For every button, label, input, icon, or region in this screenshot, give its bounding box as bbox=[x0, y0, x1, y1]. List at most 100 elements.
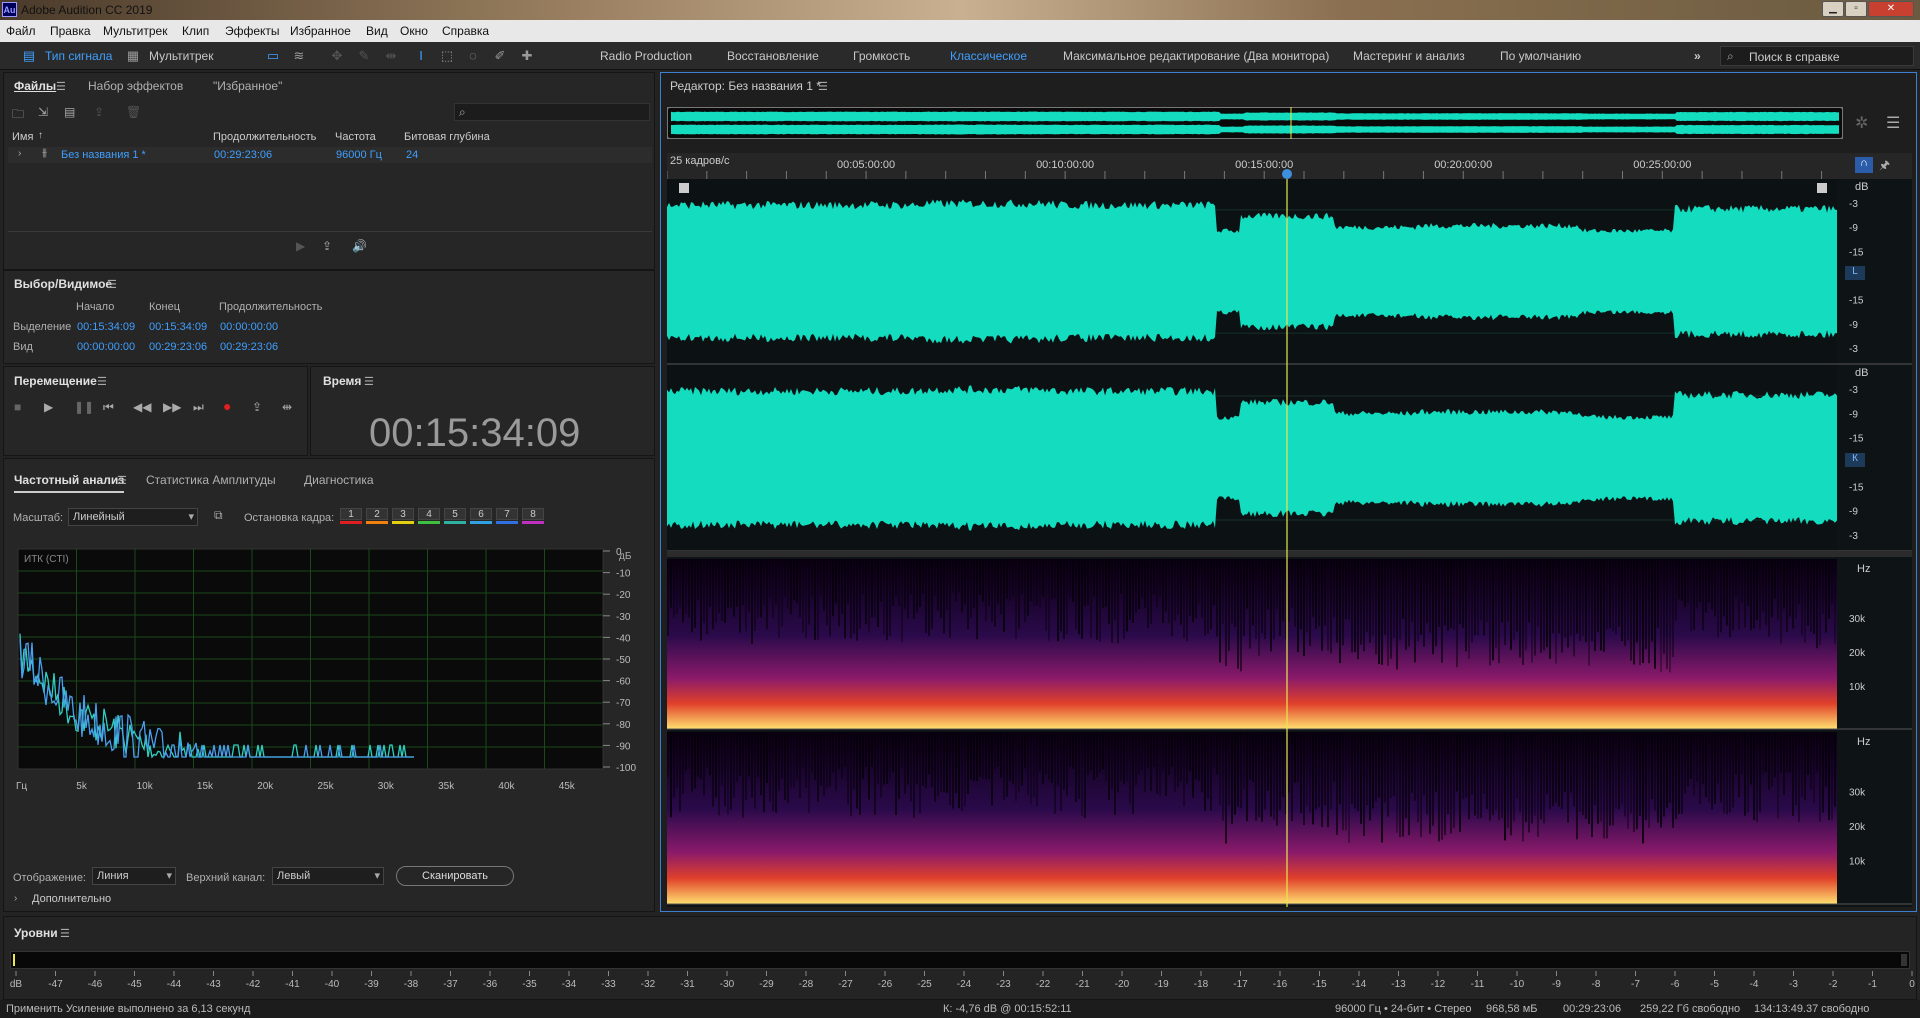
freeze-button-5[interactable]: 5 bbox=[444, 508, 466, 520]
slip-tool-icon[interactable]: ⇹ bbox=[382, 48, 400, 64]
column-duration[interactable]: Продолжительность bbox=[213, 131, 316, 143]
menu-edit[interactable]: Правка bbox=[50, 24, 91, 38]
import-file-icon[interactable]: ⇲ bbox=[38, 105, 48, 119]
menu-favorites[interactable]: Избранное bbox=[290, 24, 351, 38]
view-duration[interactable]: 00:29:23:06 bbox=[220, 341, 278, 353]
workspace-max-editing[interactable]: Максимальное редактирование (Два монитор… bbox=[1063, 49, 1329, 63]
skip-to-end-icon[interactable]: ⏭ bbox=[193, 400, 204, 415]
expand-chevron-icon[interactable]: › bbox=[18, 148, 21, 159]
menu-file[interactable]: Файл bbox=[6, 24, 36, 38]
tab-effects-rack[interactable]: Набор эффектов bbox=[88, 79, 183, 93]
overview-navigator[interactable] bbox=[667, 107, 1843, 139]
lasso-tool-icon[interactable]: ◌ bbox=[464, 48, 482, 64]
table-row[interactable]: › ⫵ Без названия 1 * 00:29:23:06 96000 Г… bbox=[8, 147, 652, 163]
razor-tool-icon[interactable]: ✎ bbox=[355, 48, 373, 64]
tab-diagnostics[interactable]: Диагностика bbox=[304, 473, 374, 487]
transport-menu-icon[interactable]: ☰ bbox=[97, 375, 107, 388]
column-rate[interactable]: Частота bbox=[335, 131, 376, 143]
view-end[interactable]: 00:29:23:06 bbox=[149, 341, 207, 353]
waveform-view-button[interactable]: Тип сигнала bbox=[45, 49, 112, 63]
column-name[interactable]: Имя bbox=[12, 131, 33, 143]
menu-help[interactable]: Справка bbox=[442, 24, 489, 38]
files-search-input[interactable]: ⌕ bbox=[454, 103, 650, 121]
help-search-input[interactable]: Поиск в справке bbox=[1749, 50, 1840, 64]
help-search-box[interactable]: ⌕ Поиск в справке bbox=[1720, 46, 1914, 66]
play-preview-icon[interactable]: ▶ bbox=[296, 239, 305, 253]
waveform-display-icon[interactable]: ▭ bbox=[264, 48, 282, 64]
new-copy-icon[interactable]: ⧉ bbox=[214, 508, 223, 523]
channel-right-toggle[interactable]: К bbox=[1845, 453, 1865, 467]
pause-icon[interactable]: ❚❚ bbox=[74, 400, 94, 414]
freeze-button-2[interactable]: 2 bbox=[366, 508, 388, 520]
snap-icon[interactable]: ∩ bbox=[1855, 157, 1873, 173]
auto-play-icon[interactable]: 🔊 bbox=[352, 239, 367, 253]
freeze-button-1[interactable]: 1 bbox=[340, 508, 362, 520]
maximize-button[interactable]: ▫ bbox=[1845, 1, 1867, 17]
close-button[interactable]: ✕ bbox=[1868, 1, 1914, 17]
display-dropdown[interactable]: Линия bbox=[92, 867, 176, 885]
time-ruler[interactable]: 00:05:00:00 00:10:00:00 00:15:00:00 00:20:0… bbox=[667, 153, 1912, 179]
tab-amplitude-stats[interactable]: Статистика Амплитуды bbox=[146, 473, 276, 487]
workspace-radio-production[interactable]: Radio Production bbox=[600, 49, 692, 63]
expand-chevron-icon[interactable]: › bbox=[14, 893, 17, 904]
menu-multitrack[interactable]: Мультитрек bbox=[103, 24, 167, 38]
close-file-icon[interactable]: 🗑 bbox=[126, 105, 141, 119]
freeze-button-4[interactable]: 4 bbox=[418, 508, 440, 520]
levels-menu-icon[interactable]: ☰ bbox=[60, 927, 70, 940]
editor-menu-icon[interactable]: ☰ bbox=[818, 80, 828, 93]
zoom-icon[interactable]: ✲ bbox=[1855, 113, 1868, 133]
brush-tool-icon[interactable]: ✐ bbox=[491, 48, 509, 64]
workspace-mastering[interactable]: Мастеринг и анализ bbox=[1353, 49, 1465, 63]
fast-forward-icon[interactable]: ▶▶ bbox=[163, 400, 181, 414]
insert-into-multitrack-icon[interactable]: ⇪ bbox=[94, 105, 104, 119]
tab-frequency-analysis[interactable]: Частотный анализ bbox=[14, 473, 125, 493]
workspace-loudness[interactable]: Громкость bbox=[853, 49, 910, 63]
more-toggle[interactable]: Дополнительно bbox=[32, 893, 111, 905]
marker-icon[interactable]: 🖈 bbox=[1879, 156, 1890, 177]
marquee-tool-icon[interactable]: ⬚ bbox=[438, 48, 456, 64]
channel-left-toggle[interactable]: L bbox=[1845, 266, 1865, 280]
spot-healing-tool-icon[interactable]: ✚ bbox=[518, 48, 536, 64]
freeze-button-8[interactable]: 8 bbox=[522, 508, 544, 520]
loop-icon[interactable]: ⇪ bbox=[252, 400, 262, 414]
view-splitter[interactable] bbox=[667, 551, 1912, 557]
column-bitdepth[interactable]: Битовая глубина bbox=[404, 131, 490, 143]
scan-button[interactable]: Сканировать bbox=[396, 866, 514, 886]
record-icon[interactable]: ● bbox=[223, 398, 231, 414]
move-tool-icon[interactable]: ✥ bbox=[328, 48, 346, 64]
menu-clip[interactable]: Клип bbox=[182, 24, 209, 38]
spectral-display-icon[interactable]: ≋ bbox=[290, 48, 308, 64]
time-selection-tool-icon[interactable]: I bbox=[412, 48, 430, 64]
menu-effects[interactable]: Эффекты bbox=[225, 24, 280, 38]
menu-view[interactable]: Вид bbox=[366, 24, 388, 38]
playhead-handle[interactable] bbox=[1281, 169, 1292, 179]
open-file-icon[interactable]: 🗀 bbox=[12, 105, 24, 126]
view-start[interactable]: 00:00:00:00 bbox=[77, 341, 135, 353]
clip-indicator[interactable] bbox=[1901, 954, 1907, 966]
new-file-icon[interactable]: ▤ bbox=[64, 105, 75, 119]
minimize-button[interactable]: ▁ bbox=[1822, 1, 1844, 17]
workspace-restoration[interactable]: Восстановление bbox=[727, 49, 819, 63]
workspace-classic[interactable]: Классическое bbox=[950, 49, 1027, 63]
files-menu-icon[interactable]: ☰ bbox=[56, 80, 66, 93]
rewind-icon[interactable]: ◀◀ bbox=[133, 400, 151, 414]
tab-files[interactable]: Файлы bbox=[14, 79, 56, 93]
freeze-button-3[interactable]: 3 bbox=[392, 508, 414, 520]
selection-menu-icon[interactable]: ☰ bbox=[107, 278, 117, 291]
workspace-default[interactable]: По умолчанию bbox=[1500, 49, 1581, 63]
scale-dropdown[interactable]: Линейный bbox=[68, 508, 198, 526]
selection-duration[interactable]: 00:00:00:00 bbox=[220, 321, 278, 333]
hud-corner-icon[interactable] bbox=[1817, 183, 1827, 193]
loop-preview-icon[interactable]: ⇪ bbox=[322, 239, 332, 253]
tab-favorites[interactable]: "Избранное" bbox=[213, 79, 282, 93]
selection-end[interactable]: 00:15:34:09 bbox=[149, 321, 207, 333]
freeze-button-7[interactable]: 7 bbox=[496, 508, 518, 520]
channel-dropdown[interactable]: Левый bbox=[272, 867, 384, 885]
panel-options-icon[interactable]: ☰ bbox=[1886, 113, 1900, 133]
skip-to-start-icon[interactable]: ⏮ bbox=[103, 400, 114, 415]
freeze-button-6[interactable]: 6 bbox=[470, 508, 492, 520]
hud-corner-icon[interactable] bbox=[679, 183, 689, 193]
skip-selection-icon[interactable]: ⇹ bbox=[282, 400, 292, 414]
play-icon[interactable]: ▶ bbox=[44, 400, 53, 414]
waveform-area[interactable]: -3-9-15-∞-15-9-3-3-9-15-∞-15-9-330k20k10… bbox=[667, 179, 1912, 907]
